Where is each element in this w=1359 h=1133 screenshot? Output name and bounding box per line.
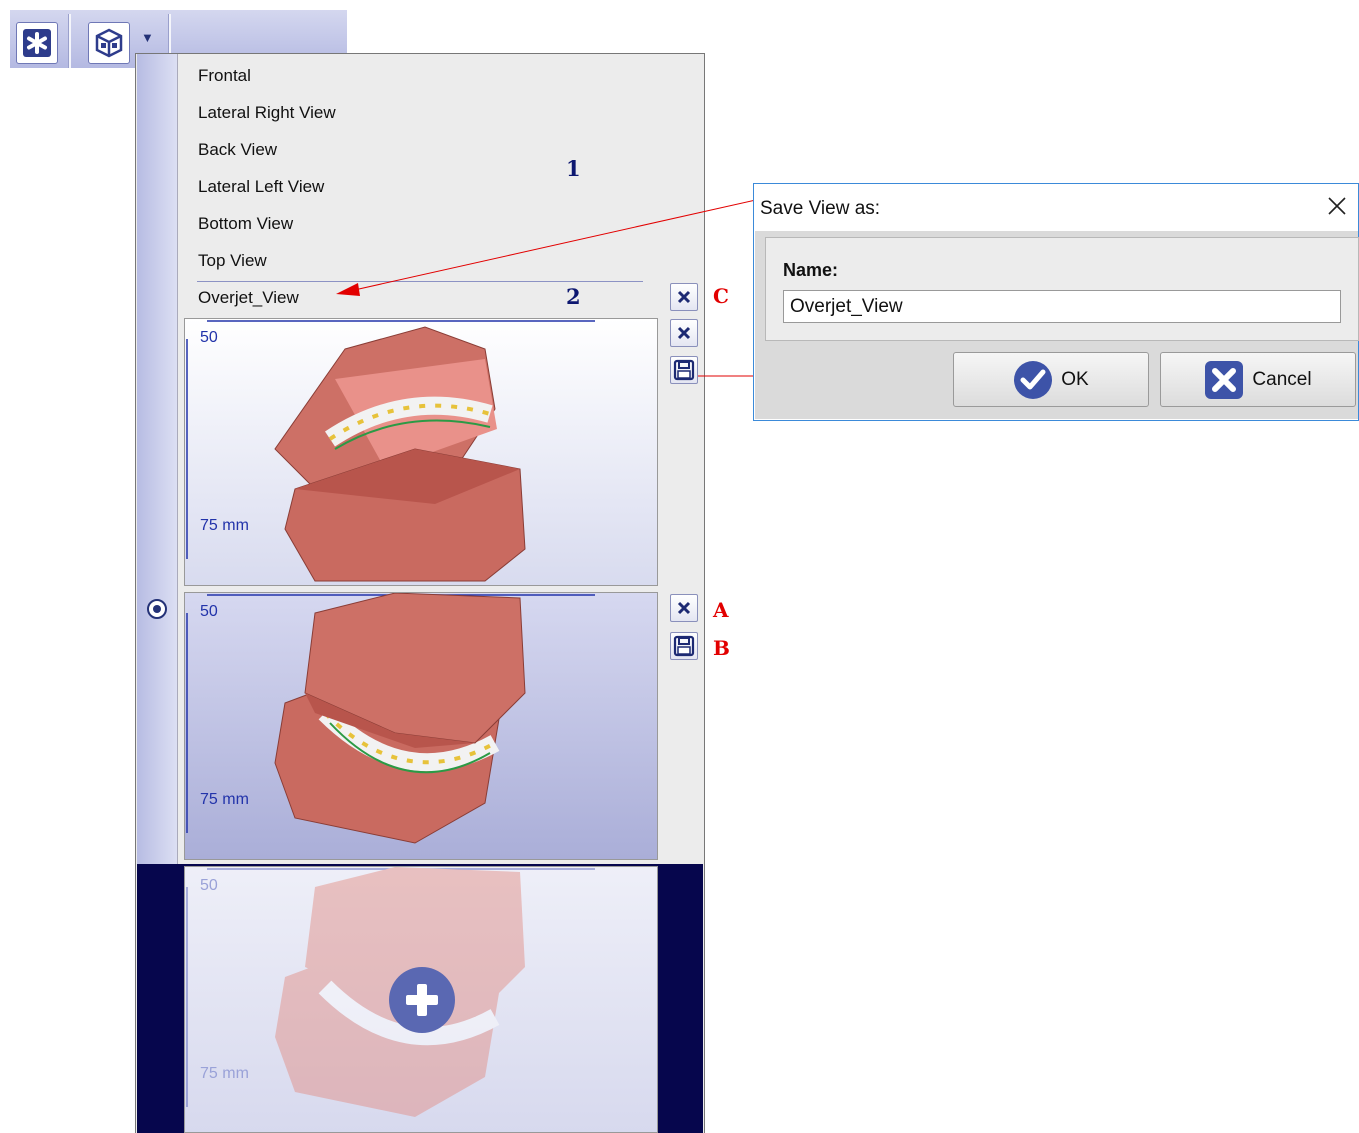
ok-label: OK [1061,368,1089,390]
cancel-x-icon [1205,360,1244,399]
ok-button[interactable]: OK [953,352,1149,407]
close-icon [1328,197,1346,215]
dialog-title: Save View as: [760,198,881,219]
name-group: Name: [765,237,1359,341]
cancel-button[interactable]: Cancel [1160,352,1356,407]
save-view-dialog: Save View as: Name: OK Cancel [753,183,1359,421]
dialog-close-button[interactable] [1321,190,1353,222]
cancel-label: Cancel [1252,368,1312,390]
name-input[interactable] [783,290,1341,323]
checkmark-icon [1014,360,1053,399]
name-label: Name: [783,260,839,280]
dialog-body: Name: OK Cancel [755,231,1359,419]
annotation-arrows [336,194,822,384]
